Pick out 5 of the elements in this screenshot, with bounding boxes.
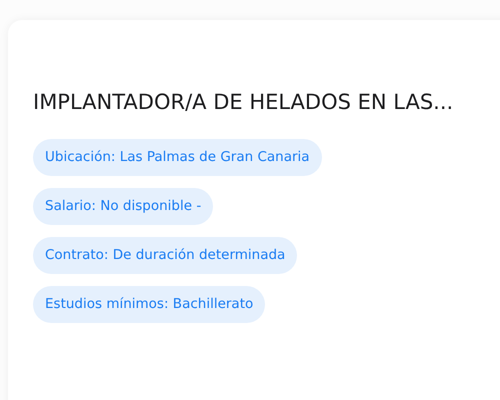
info-tag: Ubicación: Las Palmas de Gran Canaria xyxy=(33,139,322,176)
info-tag: Contrato: De duración determinada xyxy=(33,237,298,274)
info-tag: Estudios mínimos: Bachillerato xyxy=(33,286,266,324)
job-title: IMPLANTADOR/A DE HELADOS EN LAS... xyxy=(33,90,454,116)
info-tag: Salario: No disponible - xyxy=(33,188,214,226)
